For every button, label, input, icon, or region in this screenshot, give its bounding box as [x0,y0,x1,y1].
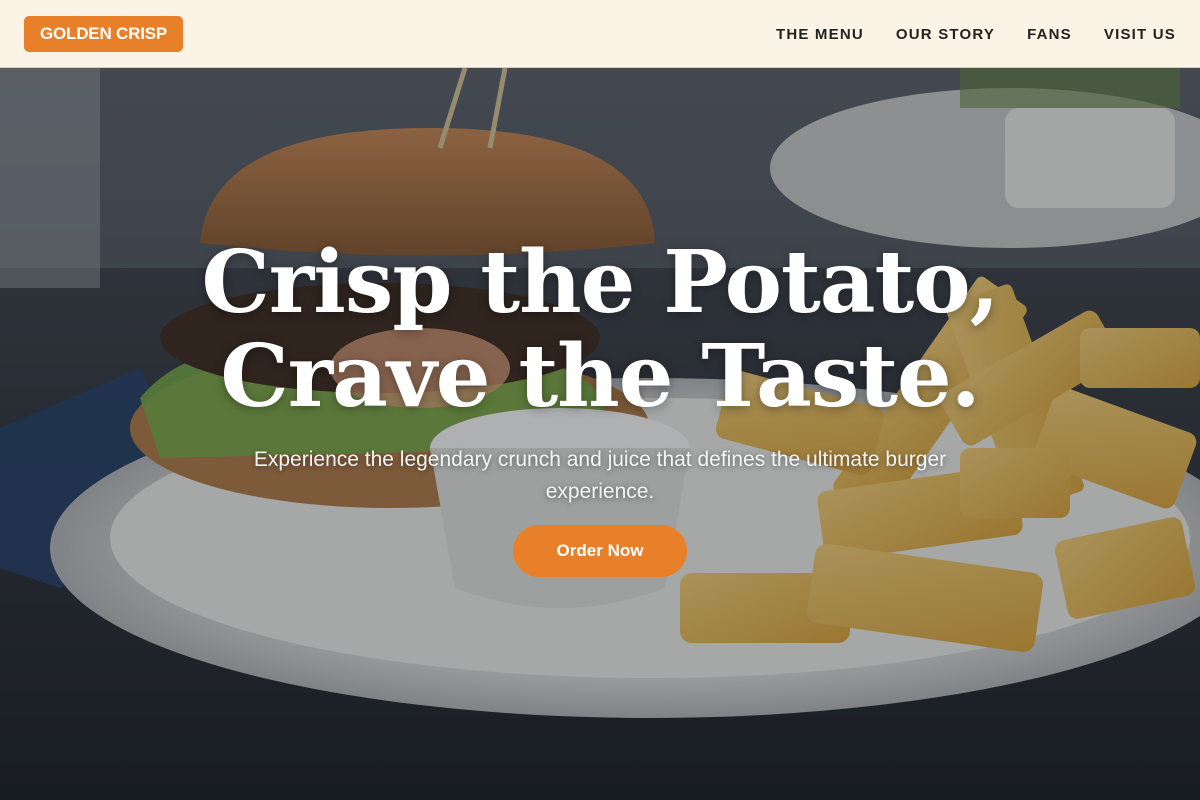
nav-link-visit-us[interactable]: VISIT US [1104,26,1176,43]
nav-link-fans[interactable]: FANS [1027,26,1072,43]
hero-subtitle: Experience the legendary crunch and juic… [253,448,947,503]
site-header: GOLDEN CRISP THE MENU OUR STORY FANS VIS… [0,0,1200,68]
nav-link-our-story[interactable]: OUR STORY [896,26,995,43]
hero-dim-overlay [0,68,1200,800]
headline-line-2: Crave the Taste. [220,326,980,427]
main-nav: THE MENU OUR STORY FANS VISIT US [776,0,1176,68]
order-now-button[interactable]: Order Now [513,525,687,577]
headline-line-1: Crisp the Potato, [201,232,999,333]
hero-section: Crisp the Potato, Crave the Taste. Exper… [0,68,1200,800]
nav-link-menu[interactable]: THE MENU [776,26,864,43]
brand-logo[interactable]: GOLDEN CRISP [24,16,184,52]
hero-headline: Crisp the Potato, Crave the Taste. [0,236,1200,424]
